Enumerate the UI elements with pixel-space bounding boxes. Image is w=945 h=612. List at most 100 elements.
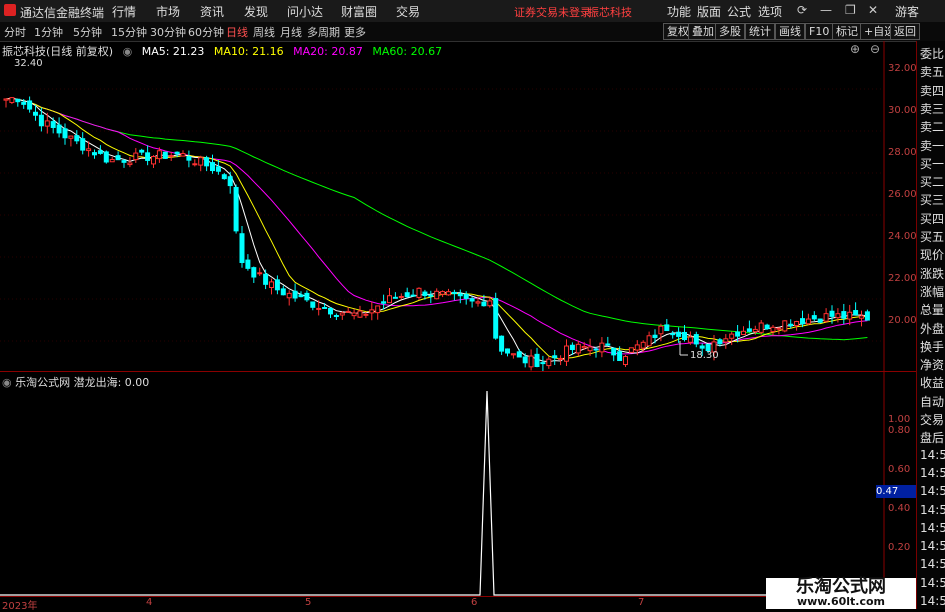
- menu-wealth[interactable]: 财富圈: [341, 3, 377, 20]
- panel-divider[interactable]: [0, 371, 916, 372]
- ma5-series: [5, 97, 868, 363]
- x-tick-4: 4: [146, 597, 153, 608]
- tool-mark[interactable]: 标记: [832, 23, 862, 40]
- quote-field-19: 自动: [920, 394, 945, 409]
- period-more[interactable]: 更多: [344, 24, 366, 40]
- period-monthly[interactable]: 月线: [280, 24, 302, 40]
- period-weekly[interactable]: 周线: [253, 24, 275, 40]
- x-tick-5: 5: [305, 597, 312, 608]
- x-tick-2023: 2023年: [2, 601, 38, 612]
- candle-body: [180, 153, 186, 157]
- tool-stats[interactable]: 统计: [745, 23, 775, 40]
- menu-market[interactable]: 市场: [156, 3, 180, 20]
- period-15min[interactable]: 15分钟: [111, 24, 147, 40]
- indicator-title[interactable]: 乐淘公式网: [15, 376, 70, 389]
- candle-body: [369, 309, 375, 314]
- candle-body: [245, 259, 251, 269]
- menu-options[interactable]: 选项: [758, 3, 782, 20]
- candle-body: [670, 333, 676, 336]
- period-5min[interactable]: 5分钟: [73, 24, 102, 40]
- candle-body: [564, 345, 569, 362]
- minimize-icon[interactable]: —: [820, 3, 832, 17]
- candle-body: [127, 162, 133, 166]
- quote-field-27: 14:56: [920, 539, 945, 554]
- period-daily[interactable]: 日线: [226, 24, 248, 40]
- trade-status[interactable]: 证券交易未登录: [514, 4, 591, 20]
- menu-discover[interactable]: 发现: [244, 3, 268, 20]
- tool-multistock[interactable]: 多股: [715, 23, 745, 40]
- candle-body: [717, 339, 723, 345]
- candle-body: [853, 310, 859, 316]
- period-timeshare[interactable]: 分时: [4, 24, 26, 40]
- candle-body: [729, 333, 735, 339]
- menu-function[interactable]: 功能: [667, 3, 691, 20]
- indicator-gear-icon[interactable]: ◉: [2, 376, 12, 389]
- candle-body: [646, 335, 652, 347]
- guest-label[interactable]: 游客: [895, 3, 919, 20]
- candle-body: [428, 294, 434, 297]
- menu-trade[interactable]: 交易: [396, 3, 420, 20]
- menu-news[interactable]: 资讯: [200, 3, 224, 20]
- period-1min[interactable]: 1分钟: [34, 24, 63, 40]
- quote-panel[interactable]: 委比 卖五 卖四 卖三 卖二 卖一 买一 买二 买三 买四 买五 现价 涨跌 涨幅 总量 外盘 换手 净资 收益 自动…: [916, 41, 945, 609]
- candle-body: [103, 151, 109, 163]
- cursor-value-badge: 0.47: [876, 485, 916, 498]
- tool-back[interactable]: 返回: [890, 23, 920, 40]
- candle-body: [351, 312, 357, 317]
- candle-body: [198, 157, 204, 166]
- candle-body: [192, 163, 198, 166]
- menu-quotes[interactable]: 行情: [112, 3, 136, 20]
- restore-icon[interactable]: ❐: [845, 3, 856, 17]
- candle-body: [186, 156, 192, 161]
- period-60min[interactable]: 60分钟: [188, 24, 224, 40]
- menu-layout[interactable]: 版面: [697, 3, 721, 20]
- candle-body: [357, 310, 363, 318]
- candle-body: [363, 313, 369, 316]
- candle-body: [328, 307, 333, 315]
- candle-body: [469, 298, 475, 302]
- tool-f10[interactable]: F10: [805, 23, 834, 40]
- candle-body: [640, 341, 646, 349]
- tool-draw[interactable]: 画线: [775, 23, 805, 40]
- menu-xiaoda[interactable]: 问小达: [287, 3, 323, 20]
- candle-body: [398, 295, 404, 298]
- candle-body: [475, 301, 481, 304]
- tool-overlay[interactable]: 叠加: [688, 23, 718, 40]
- candle-body: [599, 342, 605, 353]
- candle-body: [80, 138, 86, 151]
- refresh-icon[interactable]: ⟳: [797, 3, 807, 17]
- candle-body: [74, 135, 80, 142]
- x-tick-6: 6: [471, 597, 478, 608]
- candle-body: [62, 128, 68, 139]
- candle-body: [310, 301, 316, 308]
- candle-body: [446, 291, 451, 296]
- candle-body: [345, 310, 351, 313]
- period-30min[interactable]: 30分钟: [150, 24, 186, 40]
- candle-body: [38, 114, 44, 127]
- candle-body: [9, 97, 15, 103]
- candle-body: [794, 320, 800, 327]
- candle-body: [422, 291, 428, 296]
- candle-body: [109, 159, 115, 163]
- candle-body: [841, 311, 847, 319]
- indicator-spike: [0, 390, 884, 596]
- quote-field-8: 买三: [920, 193, 945, 208]
- candle-body: [499, 335, 505, 352]
- candle-body: [145, 152, 151, 161]
- app-title: 通达信金融终端: [20, 6, 105, 20]
- close-icon[interactable]: ✕: [868, 3, 878, 17]
- candle-body: [859, 315, 864, 319]
- candle-body: [68, 135, 74, 139]
- kline-chart[interactable]: [0, 41, 916, 596]
- candle-body: [339, 312, 345, 316]
- candle-body: [676, 331, 682, 337]
- menu-formula[interactable]: 公式: [727, 3, 751, 20]
- candle-body: [693, 334, 699, 345]
- candle-body: [782, 320, 788, 332]
- period-bar: 分时 1分钟 5分钟 15分钟 30分钟 60分钟 日线 周线 月线 多周期 更…: [0, 22, 945, 42]
- watermark-url: www.60lt.com: [796, 595, 886, 608]
- candle-body: [239, 233, 245, 264]
- candle-body: [333, 315, 339, 318]
- period-multi[interactable]: 多周期: [307, 24, 340, 40]
- candle-body: [735, 331, 741, 337]
